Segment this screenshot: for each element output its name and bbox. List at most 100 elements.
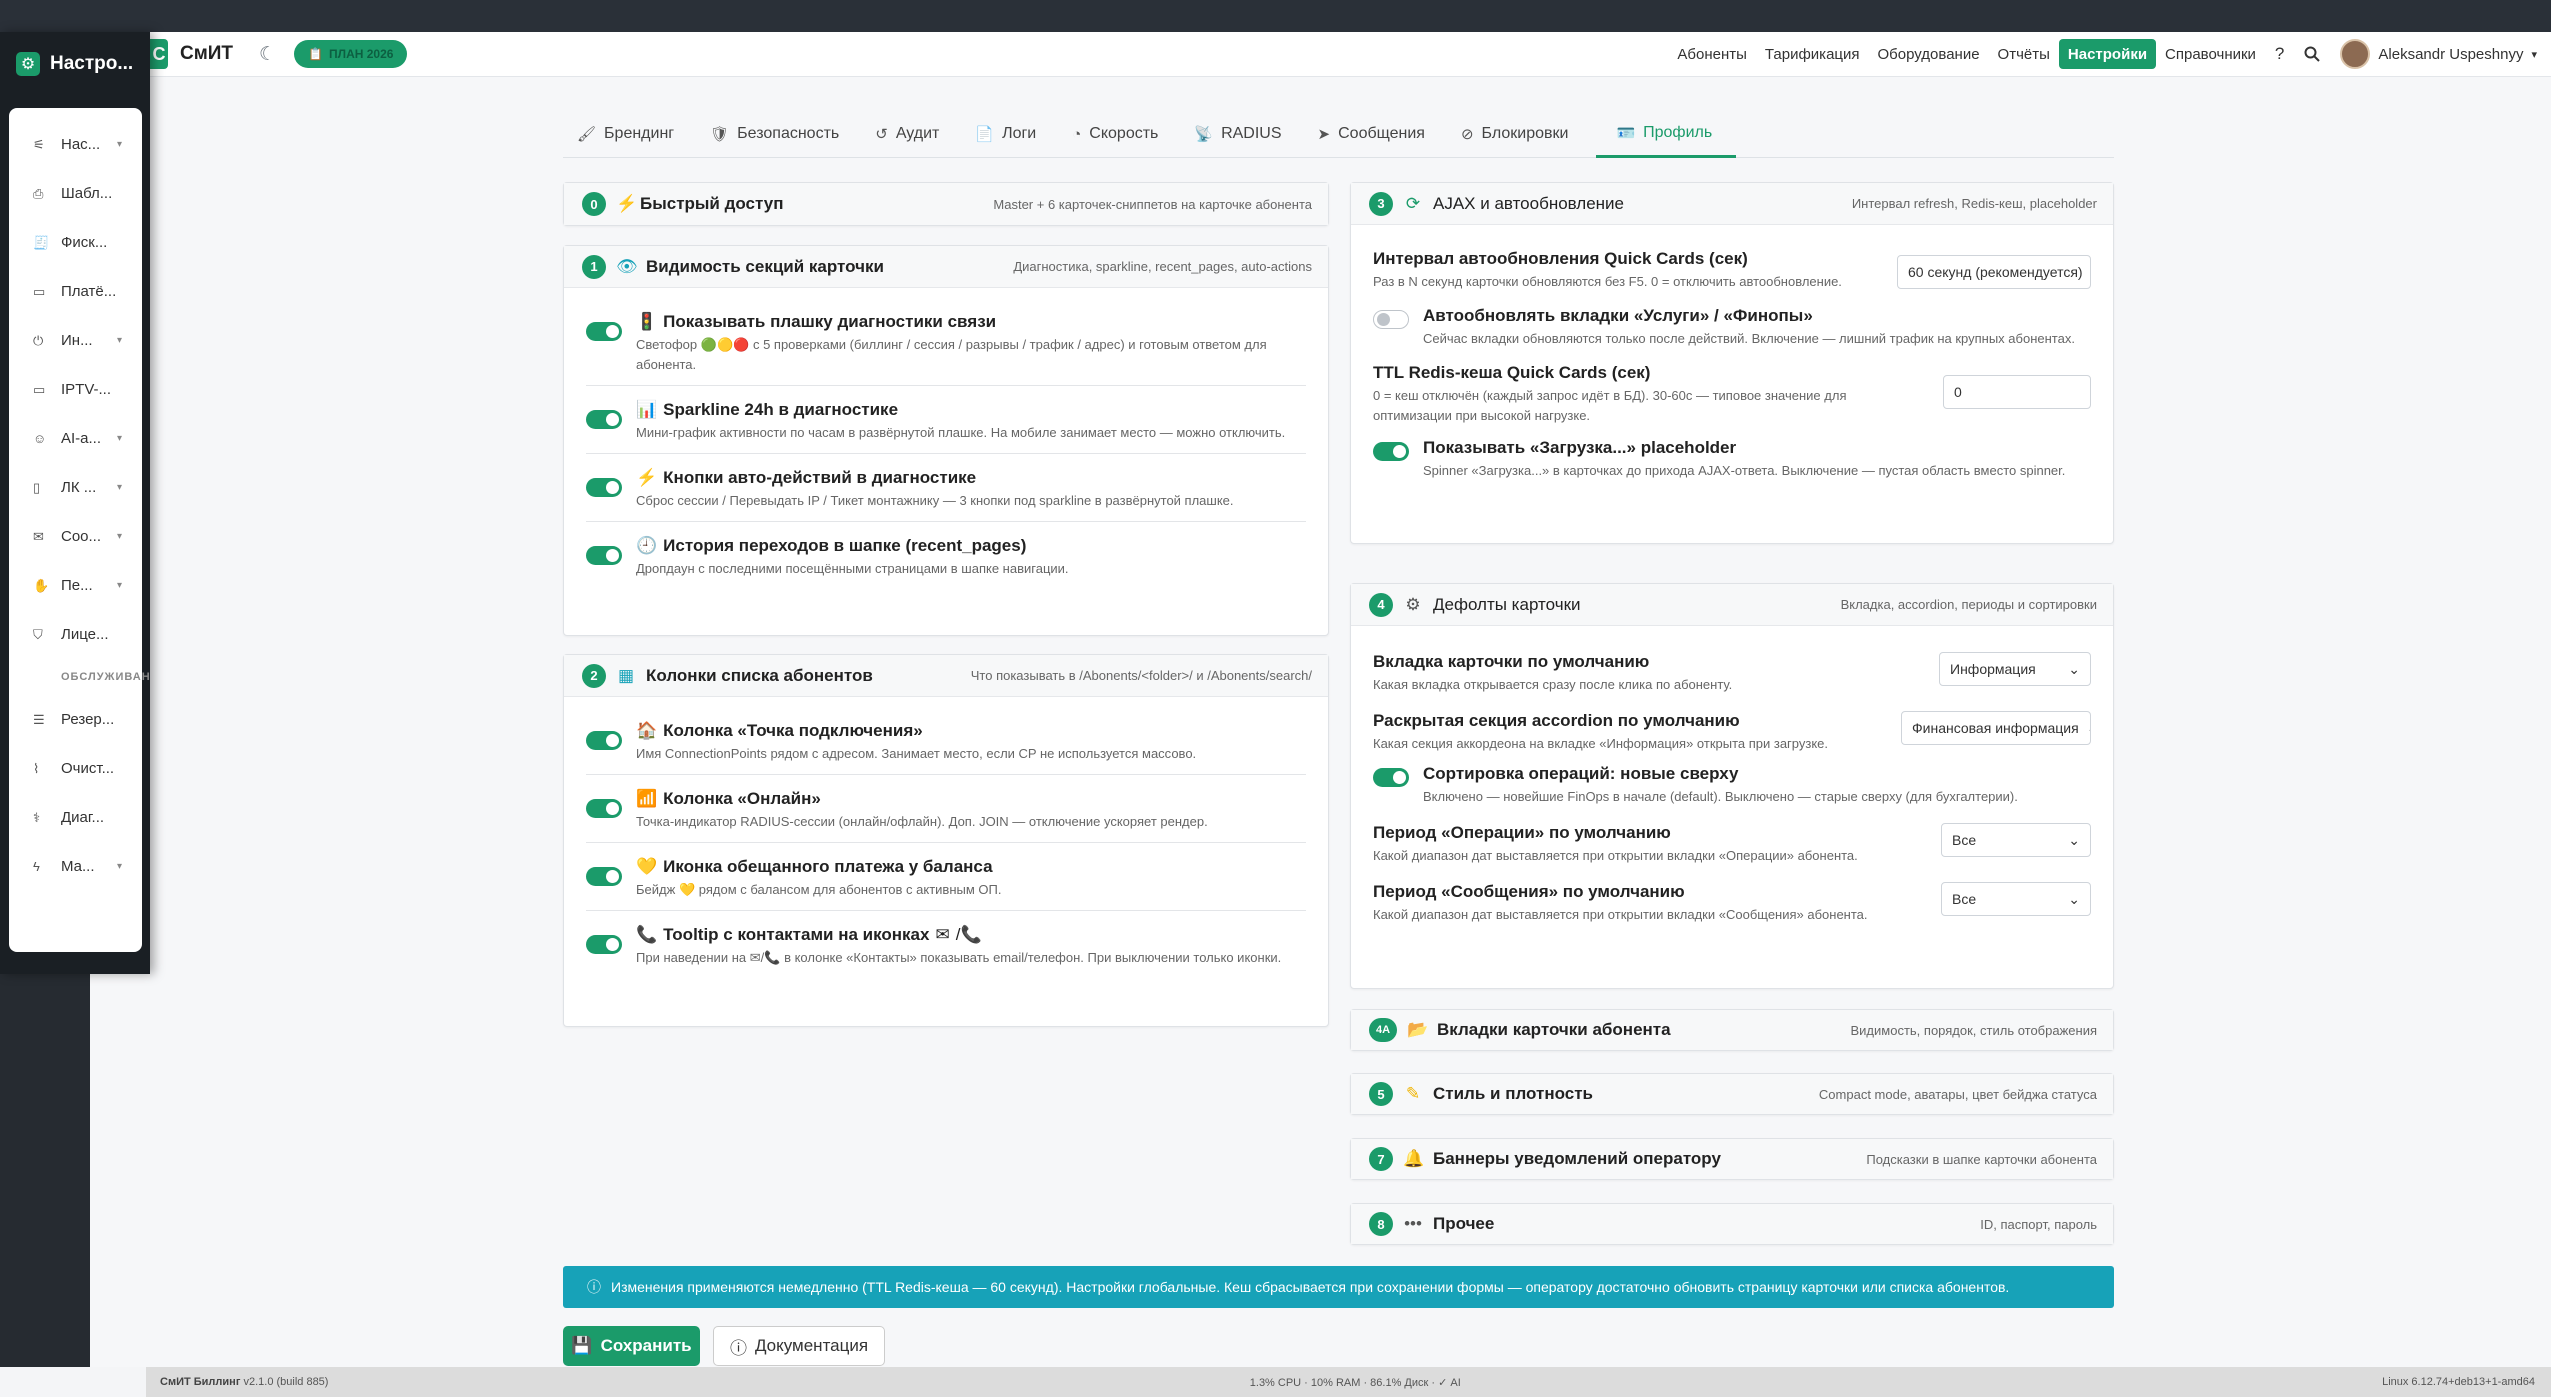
field-desc: Раз в N секунд карточки обновляются без … <box>1373 274 1842 289</box>
field-row: Вкладка карточки по умолчанию Какая вклад… <box>1373 642 2091 701</box>
panel-title: Стиль и плотность <box>1433 1084 1593 1103</box>
default-tab-select[interactable]: Информация ⌄ <box>1939 652 2091 686</box>
default-accordion-select[interactable]: Финансовая информация ⌄ <box>1901 711 2091 745</box>
top-nav: Абоненты Тарификация Оборудование Отчёты… <box>1668 37 2537 71</box>
sidebar-item[interactable]: ⚟ Нас... ▾ <box>9 120 142 169</box>
sidebar-item[interactable]: ⌇ Очист... <box>9 744 142 793</box>
panel-header[interactable]: 1 👁 Видимость секций карточки Диагностик… <box>564 246 1328 288</box>
user-name[interactable]: Aleksandr Uspeshnyy <box>2378 46 2523 63</box>
sidebar-item[interactable]: ⏻ Ин... ▾ <box>9 316 142 365</box>
sidebar-item[interactable]: ϟ Ма... ▾ <box>9 842 142 891</box>
sidebar-item[interactable]: 🧾 Фиск... <box>9 218 142 267</box>
panel-header[interactable]: 3 ⟳ AJAX и автообновление Интервал refre… <box>1351 183 2113 225</box>
ellipsis-icon: ••• <box>1404 1214 1422 1233</box>
panel-quick-access[interactable]: 0 ⚡ Быстрый доступ Master + 6 карточек-с… <box>563 182 1329 226</box>
tv-icon: ▭ <box>33 381 46 397</box>
tab-7[interactable]: ⊘ Блокировки <box>1461 110 1592 158</box>
sidebar-item[interactable]: ▭ Платё... <box>9 267 142 316</box>
brand[interactable]: С СмИТ ☾ 📋 ПЛАН 2026 <box>150 39 408 69</box>
sidebar-item-label: Диаг... <box>61 809 105 826</box>
field-row: Раскрытая секция accordion по умолчанию К… <box>1373 701 2091 760</box>
brand-logo[interactable]: С <box>150 39 168 69</box>
sidebar-item[interactable]: ☺ AI-а... ▾ <box>9 414 142 463</box>
mobile-icon: ▯ <box>33 479 41 495</box>
folder-open-icon: 📂 <box>1407 1020 1429 1039</box>
messages-period-select[interactable]: Все ⌄ <box>1941 882 2091 916</box>
panel-header[interactable]: 4A 📂 Вкладки карточки абонента Видимость… <box>1351 1010 2113 1050</box>
sidebar-item-label: ЛК ... <box>61 479 97 496</box>
panel-header[interactable]: 8 ••• Прочее ID, паспорт, пароль <box>1351 1204 2113 1244</box>
toggle-sparkline[interactable] <box>586 410 622 429</box>
toggle-recent-pages[interactable] <box>586 546 622 565</box>
tab-label: Скорость <box>1089 125 1159 142</box>
redis-ttl-input[interactable]: 0 <box>1943 375 2091 409</box>
operations-period-select[interactable]: Все ⌄ <box>1941 823 2091 857</box>
tab-1[interactable]: 🛡 Безопасность <box>710 110 863 158</box>
panel-header[interactable]: 5 ✎ Стиль и плотность Compact mode, ават… <box>1351 1074 2113 1114</box>
nav-reports[interactable]: Отчёты <box>1989 46 2059 63</box>
tab-0[interactable]: 🖌 Брендинг <box>577 110 698 158</box>
toggle-operations-sort[interactable] <box>1373 768 1409 787</box>
nav-settings[interactable]: Настройки <box>2058 39 2157 69</box>
plan-badge[interactable]: 📋 ПЛАН 2026 <box>294 40 408 68</box>
desc-part: Бейдж <box>636 882 676 897</box>
nav-references[interactable]: Справочники <box>2156 46 2265 63</box>
tab-3[interactable]: 📄 Логи <box>975 110 1060 158</box>
panel-card-tabs[interactable]: 4A 📂 Вкладки карточки абонента Видимость… <box>1350 1009 2114 1051</box>
pencil-icon: ✎ <box>1405 1084 1421 1103</box>
tab-4[interactable]: ◔ Скорость <box>1072 110 1182 158</box>
search-icon[interactable] <box>2294 46 2330 62</box>
docs-button[interactable]: ⓘ Документация <box>713 1326 885 1366</box>
toggle-loading-placeholder[interactable] <box>1373 442 1409 461</box>
sidebar-item[interactable]: ✉ Соо... ▾ <box>9 512 142 561</box>
row-desc: Бейдж 💛 рядом с балансом для абонентов с… <box>636 880 1001 900</box>
sidebar-item[interactable]: ▯ ЛК ... ▾ <box>9 463 142 512</box>
panel-header[interactable]: 7 🔔 Баннеры уведомлений оператору Подска… <box>1351 1139 2113 1179</box>
panel-header[interactable]: 2 ▦ Колонки списка абонентов Что показыв… <box>564 655 1328 697</box>
sidebar-item[interactable]: ☰ Резер... <box>9 695 142 744</box>
panel-header[interactable]: 0 ⚡ Быстрый доступ Master + 6 карточек-с… <box>564 183 1328 225</box>
moon-icon[interactable]: ☾ <box>259 43 276 66</box>
nav-equipment[interactable]: Оборудование <box>1869 46 1989 63</box>
sidebar-item[interactable]: ✋ Пе... ▾ <box>9 561 142 610</box>
avatar[interactable] <box>2340 39 2371 69</box>
tab-8[interactable]: 🪪 Профиль <box>1596 110 1737 158</box>
ban-icon: ⊘ <box>1460 126 1474 143</box>
row-desc: Включено — новейшие FinOps в начале (def… <box>1423 789 2018 804</box>
tab-6[interactable]: ➤ Сообщения <box>1318 110 1449 158</box>
nav-tariffs[interactable]: Тарификация <box>1756 46 1869 63</box>
sidebar-menu: ⚟ Нас... ▾ ⎙ Шабл... 🧾 Фиск... ▭ Платё... ⏻ Ин... ▾… <box>9 108 151 952</box>
sidebar-item[interactable]: ⛉ Лице... <box>9 610 142 659</box>
sidebar-item[interactable]: ▭ IPTV-... <box>9 365 142 414</box>
sidebar-item[interactable]: ⚕ Диаг... <box>9 793 142 842</box>
tab-label: Брендинг <box>604 125 675 142</box>
toggle-diagnostics[interactable] <box>586 322 622 341</box>
toggle-autorefresh-tabs[interactable] <box>1373 310 1409 329</box>
refresh-interval-select[interactable]: 60 секунд (рекомендуется)⌄ <box>1897 255 2091 289</box>
panel-header[interactable]: 4 ⚙ Дефолты карточки Вкладка, accordion,… <box>1351 584 2113 626</box>
toggle-contact-tooltip[interactable] <box>586 935 622 954</box>
tab-5[interactable]: 📡 RADIUS <box>1194 110 1305 158</box>
tab-2[interactable]: ↺ Аудит <box>875 110 963 158</box>
toggle-promised-payment[interactable] <box>586 867 622 886</box>
chevron-down-icon: ⌄ <box>2087 720 2090 737</box>
toggle-online-column[interactable] <box>586 799 622 818</box>
save-button[interactable]: 💾 Сохранить <box>563 1326 700 1366</box>
nav-abonents[interactable]: Абоненты <box>1668 46 1756 63</box>
toggle-connection-point[interactable] <box>586 731 622 750</box>
sidebar-item[interactable]: ⎙ Шабл... <box>9 169 142 218</box>
panel-style-density[interactable]: 5 ✎ Стиль и плотность Compact mode, ават… <box>1350 1073 2114 1115</box>
row-title: Кнопки авто-действий в диагностике <box>663 468 977 487</box>
toggle-auto-actions[interactable] <box>586 478 622 497</box>
sidebar-header[interactable]: ⚙ Настро... <box>0 32 150 82</box>
field-row: Интервал автообновления Quick Cards (сек… <box>1373 239 2091 298</box>
toggle-row: 💛 Иконка обещанного платежа у баланса Бей… <box>586 843 1306 911</box>
panel-operator-banners[interactable]: 7 🔔 Баннеры уведомлений оператору Подска… <box>1350 1138 2114 1180</box>
sidebar-section-label: ОБСЛУЖИВАН <box>61 671 151 683</box>
help-icon[interactable]: ? <box>2265 44 2294 64</box>
chevron-down-icon[interactable]: ▾ <box>2531 48 2537 61</box>
panel-other[interactable]: 8 ••• Прочее ID, паспорт, пароль <box>1350 1203 2114 1245</box>
brand-name[interactable]: СмИТ <box>180 43 233 65</box>
select-value: Информация <box>1950 661 2036 677</box>
row-title: Показывать «Загрузка...» placeholder <box>1423 438 1737 457</box>
